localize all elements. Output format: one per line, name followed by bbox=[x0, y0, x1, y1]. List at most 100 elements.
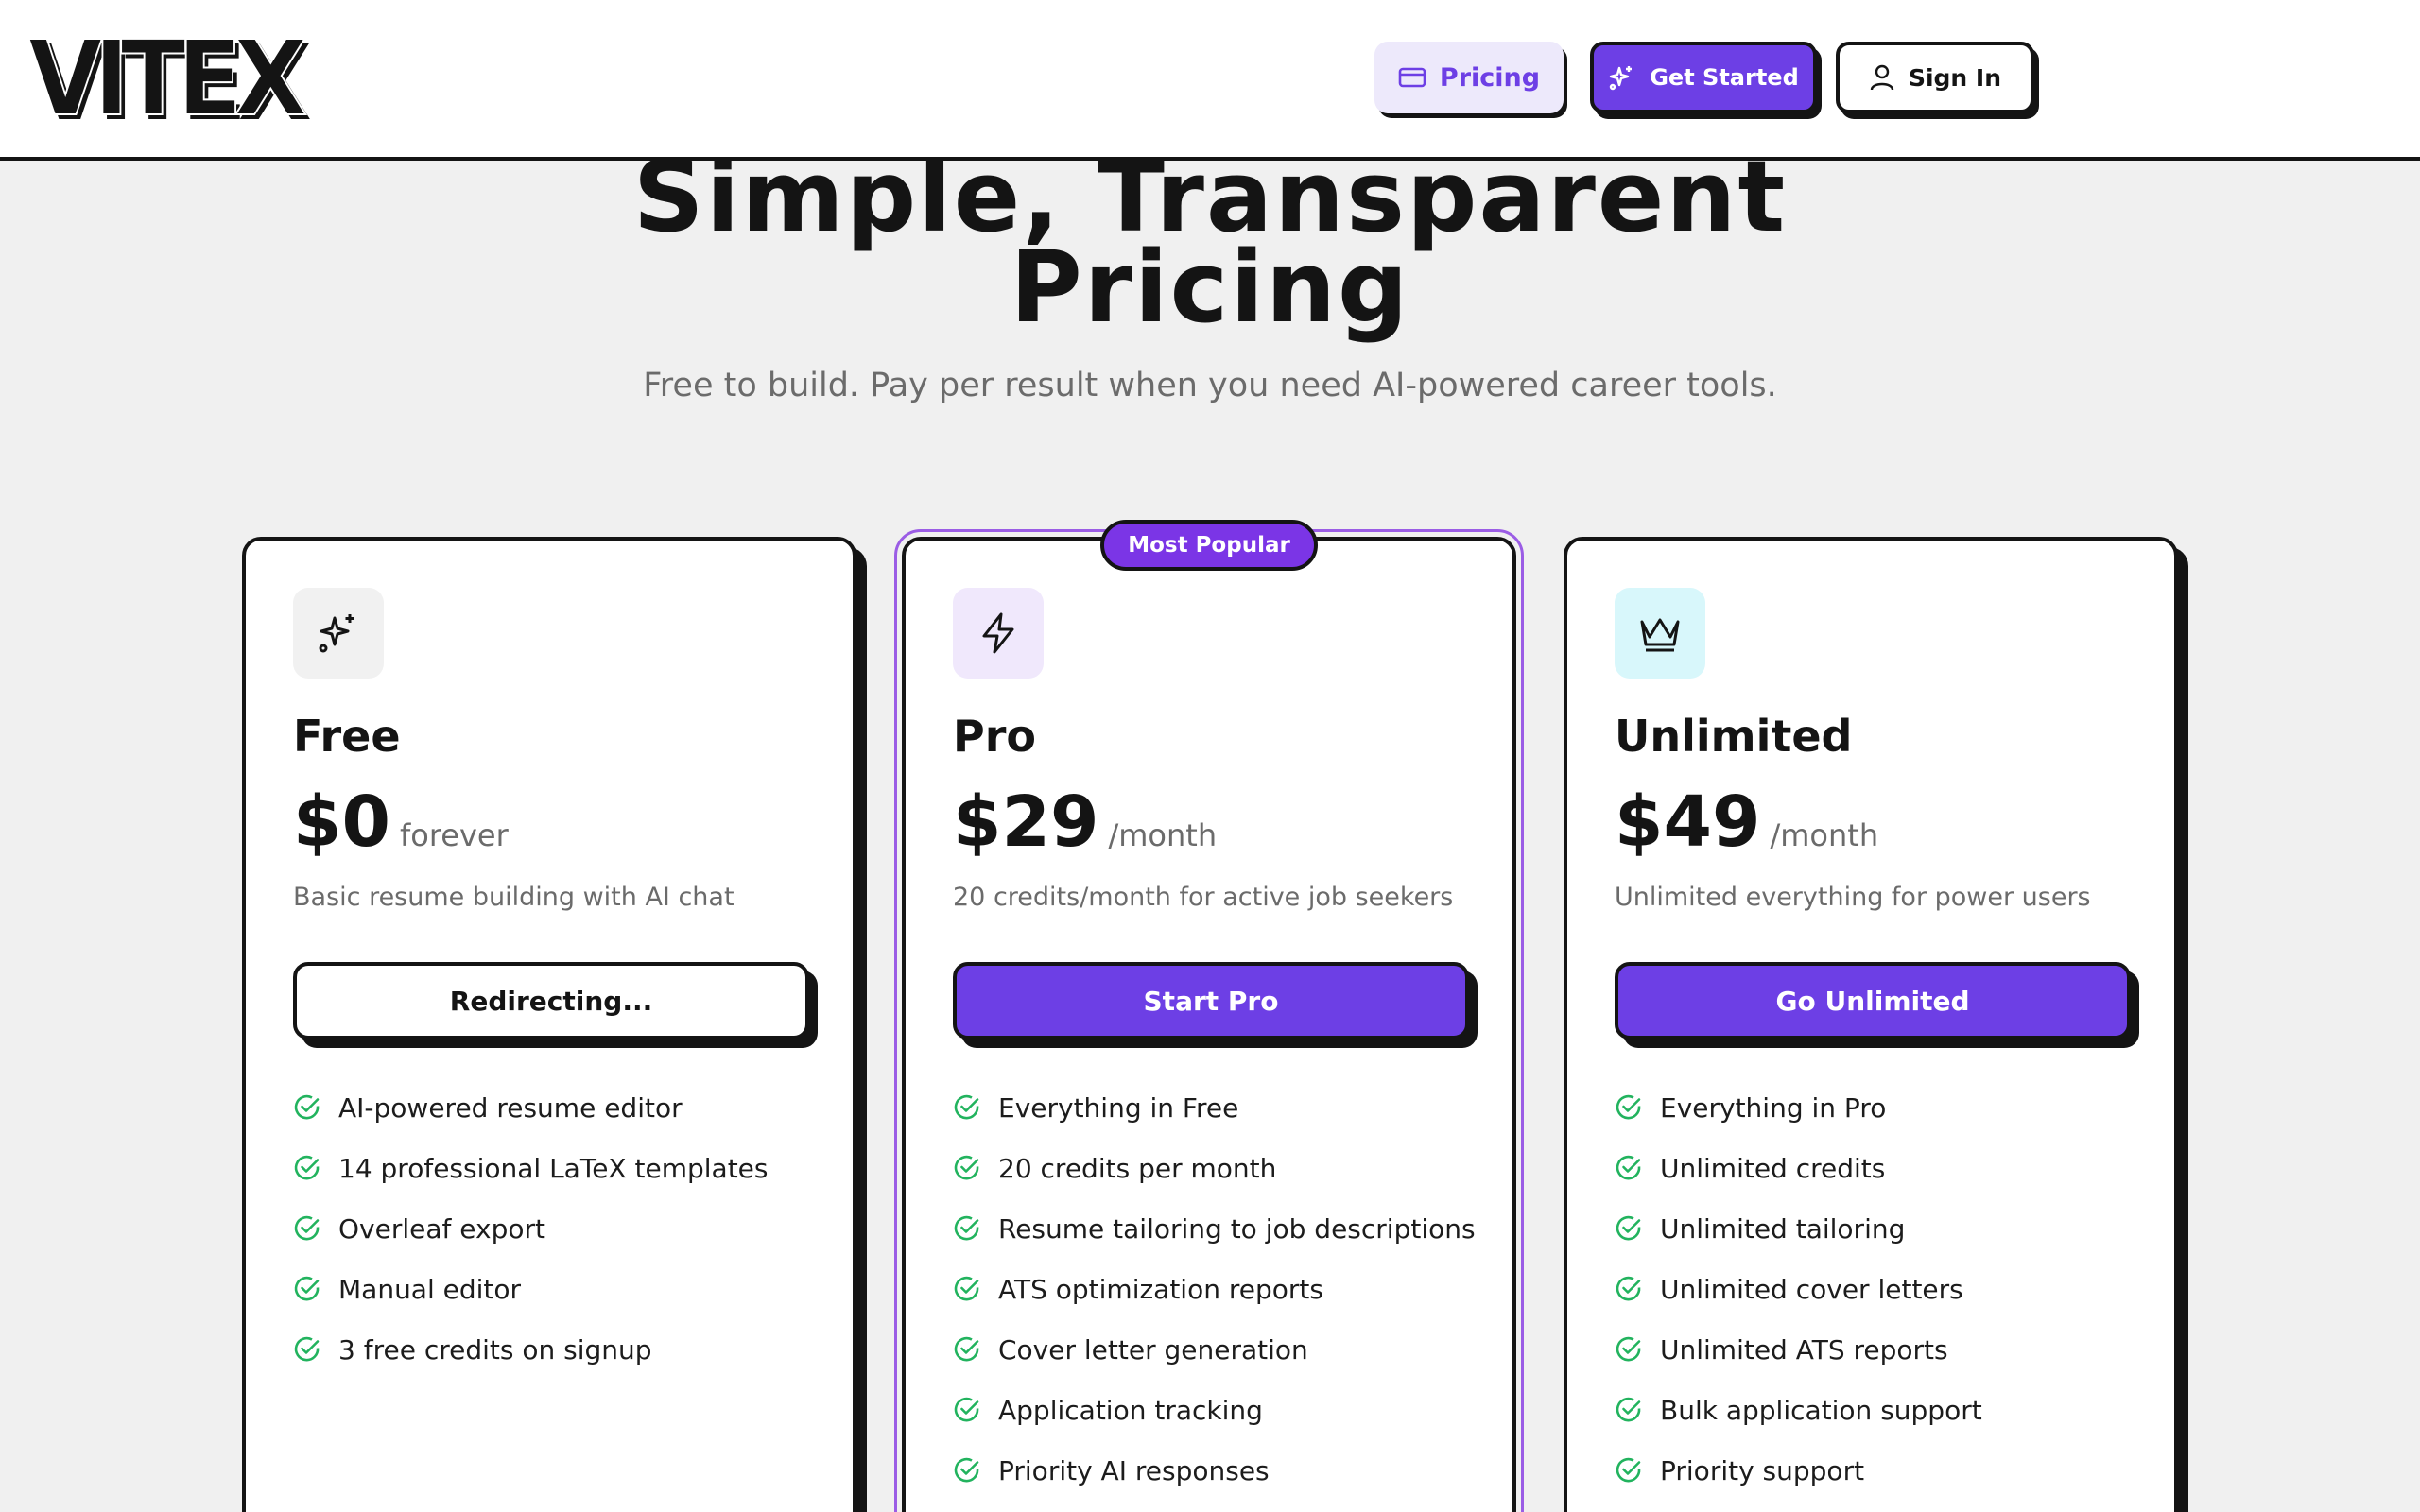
sparkles-icon bbox=[319, 614, 354, 653]
plan-card-pro: Most Popular Pro $29 /month 20 credits/m… bbox=[894, 520, 1524, 1512]
nav-pricing-label: Pricing bbox=[1439, 62, 1541, 93]
check-circle-icon bbox=[1616, 1276, 1641, 1301]
get-started-label: Get Started bbox=[1650, 64, 1799, 91]
check-circle-icon bbox=[1616, 1457, 1641, 1483]
feature-list: Everything in Pro Unlimited credits Unli… bbox=[1615, 1077, 1982, 1501]
feature-item: Unlimited cover letters bbox=[1615, 1259, 1982, 1319]
feature-item: Priority AI responses bbox=[953, 1440, 1476, 1501]
feature-text: 14 professional LaTeX templates bbox=[338, 1152, 769, 1184]
feature-text: AI-powered resume editor bbox=[338, 1091, 683, 1124]
feature-text: Priority support bbox=[1660, 1454, 1865, 1486]
feature-text: Manual editor bbox=[338, 1273, 522, 1305]
check-circle-icon bbox=[1616, 1336, 1641, 1362]
feature-text: 3 free credits on signup bbox=[338, 1333, 652, 1366]
plan-description: Unlimited everything for power users bbox=[1615, 883, 2091, 912]
plan-card-free: Free $0 forever Basic resume building wi… bbox=[242, 537, 856, 1512]
feature-text: Unlimited ATS reports bbox=[1660, 1333, 1948, 1366]
feature-item: Cover letter generation bbox=[953, 1319, 1476, 1380]
page-subtitle: Free to build. Pay per result when you n… bbox=[643, 367, 1777, 404]
sparkles-icon bbox=[1610, 66, 1633, 91]
plan-icon-container bbox=[1615, 588, 1705, 679]
page-title-line-1: Simple, Transparent bbox=[632, 139, 1788, 254]
feature-text: ATS optimization reports bbox=[998, 1273, 1323, 1305]
check-circle-icon bbox=[954, 1397, 979, 1422]
check-circle-icon bbox=[1616, 1094, 1641, 1120]
nav-pricing-button[interactable]: Pricing bbox=[1374, 42, 1564, 113]
feature-item: Unlimited credits bbox=[1615, 1138, 1982, 1198]
check-circle-icon bbox=[954, 1336, 979, 1362]
start-pro-button[interactable]: Start Pro bbox=[953, 962, 1469, 1040]
sign-in-button[interactable]: Sign In bbox=[1836, 42, 2034, 113]
price-row: $0 forever bbox=[293, 784, 509, 860]
plan-period: forever bbox=[399, 817, 509, 853]
feature-item: Unlimited tailoring bbox=[1615, 1198, 1982, 1259]
feature-text: Unlimited cover letters bbox=[1660, 1273, 1963, 1305]
feature-text: Resume tailoring to job descriptions bbox=[998, 1212, 1476, 1245]
site-header: VITEX Pricing Get Started Sign In bbox=[0, 0, 2420, 161]
page-title: Simple, Transparent Pricing bbox=[0, 139, 2420, 345]
feature-item: Manual editor bbox=[293, 1259, 768, 1319]
plan-description: 20 credits/month for active job seekers bbox=[953, 883, 1454, 912]
crown-icon bbox=[1640, 618, 1680, 652]
plan-icon-container bbox=[953, 588, 1044, 679]
feature-text: Everything in Pro bbox=[1660, 1091, 1887, 1124]
check-circle-icon bbox=[1616, 1215, 1641, 1241]
plan-icon-container bbox=[293, 588, 384, 679]
user-icon bbox=[1870, 64, 1894, 91]
check-circle-icon bbox=[294, 1094, 320, 1120]
go-unlimited-button[interactable]: Go Unlimited bbox=[1615, 962, 2131, 1040]
check-circle-icon bbox=[954, 1094, 979, 1120]
get-started-button[interactable]: Get Started bbox=[1590, 42, 1817, 113]
feature-item: Application tracking bbox=[953, 1380, 1476, 1440]
feature-text: Everything in Free bbox=[998, 1091, 1239, 1124]
plan-price: $49 bbox=[1615, 782, 1761, 863]
feature-list: Everything in Free 20 credits per month … bbox=[953, 1077, 1476, 1501]
page-title-line-2: Pricing bbox=[1010, 230, 1410, 345]
plan-name: Pro bbox=[953, 711, 1037, 762]
sign-in-label: Sign In bbox=[1908, 63, 2002, 92]
feature-item: 20 credits per month bbox=[953, 1138, 1476, 1198]
feature-text: Bulk application support bbox=[1660, 1394, 1982, 1426]
feature-item: Unlimited ATS reports bbox=[1615, 1319, 1982, 1380]
feature-text: 20 credits per month bbox=[998, 1152, 1277, 1184]
price-row: $29 /month bbox=[953, 784, 1217, 860]
plan-name: Unlimited bbox=[1615, 711, 1853, 762]
check-circle-icon bbox=[954, 1457, 979, 1483]
plan-period: /month bbox=[1108, 817, 1218, 853]
feature-item: Priority support bbox=[1615, 1440, 1982, 1501]
plan-name: Free bbox=[293, 711, 401, 762]
check-circle-icon bbox=[294, 1276, 320, 1301]
feature-text: Cover letter generation bbox=[998, 1333, 1308, 1366]
check-circle-icon bbox=[954, 1276, 979, 1301]
feature-item: Overleaf export bbox=[293, 1198, 768, 1259]
feature-item: Everything in Pro bbox=[1615, 1077, 1982, 1138]
plan-card-unlimited: Unlimited $49 /month Unlimited everythin… bbox=[1564, 537, 2178, 1512]
plan-period: /month bbox=[1770, 817, 1879, 853]
feature-item: ATS optimization reports bbox=[953, 1259, 1476, 1319]
feature-item: Everything in Free bbox=[953, 1077, 1476, 1138]
check-circle-icon bbox=[294, 1155, 320, 1180]
feature-text: Unlimited tailoring bbox=[1660, 1212, 1906, 1245]
most-popular-badge: Most Popular bbox=[1100, 520, 1318, 571]
lightning-icon bbox=[982, 612, 1014, 654]
price-row: $49 /month bbox=[1615, 784, 1878, 860]
feature-item: 14 professional LaTeX templates bbox=[293, 1138, 768, 1198]
feature-text: Overleaf export bbox=[338, 1212, 545, 1245]
plan-price: $29 bbox=[953, 782, 1099, 863]
check-circle-icon bbox=[954, 1155, 979, 1180]
feature-item: AI-powered resume editor bbox=[293, 1077, 768, 1138]
plan-price: $0 bbox=[293, 782, 390, 863]
check-circle-icon bbox=[1616, 1397, 1641, 1422]
feature-text: Application tracking bbox=[998, 1394, 1263, 1426]
check-circle-icon bbox=[1616, 1155, 1641, 1180]
check-circle-icon bbox=[294, 1215, 320, 1241]
feature-item: Resume tailoring to job descriptions bbox=[953, 1198, 1476, 1259]
free-cta-button[interactable]: Redirecting... bbox=[293, 962, 809, 1040]
feature-list: AI-powered resume editor 14 professional… bbox=[293, 1077, 768, 1380]
feature-text: Priority AI responses bbox=[998, 1454, 1270, 1486]
feature-item: Bulk application support bbox=[1615, 1380, 1982, 1440]
check-circle-icon bbox=[954, 1215, 979, 1241]
vitex-logo[interactable]: VITEX bbox=[27, 26, 308, 131]
feature-text: Unlimited credits bbox=[1660, 1152, 1886, 1184]
credit-card-icon bbox=[1398, 67, 1426, 88]
